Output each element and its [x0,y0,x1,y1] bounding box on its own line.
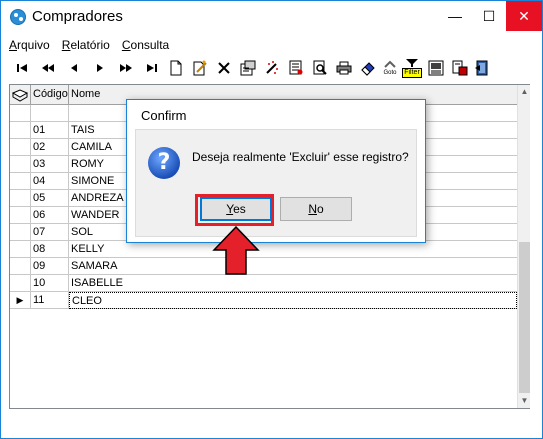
first-record-button[interactable] [11,57,33,79]
properties-button[interactable] [237,57,259,79]
maximize-button[interactable]: ☐ [472,1,506,31]
tools-button[interactable] [261,57,283,79]
red-arrow-icon [212,226,260,275]
table-row-current[interactable]: ▶ 11 CLEO [10,292,517,309]
app-icon [10,9,26,25]
cell-codigo[interactable]: 06 [31,207,69,224]
filter-icon [406,59,418,67]
goto-icon [384,60,396,68]
next-page-icon [120,64,132,72]
cell-codigo[interactable]: 05 [31,190,69,207]
print-icon [336,61,352,75]
eraser-button[interactable] [357,57,379,79]
menu-relatorio[interactable]: Relatório [62,38,110,52]
cell-codigo[interactable]: 09 [31,258,69,275]
cell-codigo[interactable]: 11 [31,292,69,309]
cell-codigo[interactable]: 01 [31,122,69,139]
minimize-button[interactable]: — [438,1,472,31]
next-record-button[interactable] [89,57,111,79]
grid-header-indicator [10,85,31,105]
scroll-down-icon[interactable]: ▼ [518,394,531,408]
goto-label: Goto [383,70,397,76]
menu-bar: Arquivo Relatório Consulta [9,38,178,54]
goto-button[interactable]: Goto [379,57,401,79]
prior-record-icon [71,64,77,72]
eraser-icon [361,62,375,76]
toolbar: Goto Filter [9,57,529,79]
report-icon [428,60,444,76]
cell-codigo[interactable]: 07 [31,224,69,241]
cell-codigo[interactable]: 08 [31,241,69,258]
tools-icon [266,61,278,74]
edit-icon [193,60,207,76]
last-record-button[interactable] [141,57,163,79]
dialog-message: Deseja realmente 'Excluir' esse registro… [192,150,409,164]
menu-arquivo[interactable]: Arquivo [9,38,50,52]
cell-codigo[interactable]: 10 [31,275,69,292]
table-row[interactable]: 08 KELLY [10,241,517,258]
next-page-button[interactable] [115,57,137,79]
current-row-marker: ▶ [10,292,31,309]
cell-nome-selected[interactable]: CLEO [69,292,517,309]
vertical-scrollbar[interactable]: ▲ ▼ [517,85,530,408]
table-row[interactable]: 09 SAMARA [10,258,517,275]
export-button[interactable] [449,57,471,79]
question-icon: ? [148,147,180,179]
new-button[interactable] [165,57,187,79]
column-header-codigo[interactable]: Código [31,85,69,105]
delete-button[interactable] [213,57,235,79]
preview-button[interactable] [309,57,331,79]
report-button[interactable] [425,57,447,79]
first-record-icon [17,64,27,72]
cell-codigo[interactable]: 03 [31,156,69,173]
preview-icon [313,60,327,75]
highlight-box [195,194,274,226]
last-record-icon [147,64,157,72]
prior-page-icon [42,64,54,72]
dialog-title: Confirm [141,108,187,123]
list-icon [289,60,303,75]
edit-button[interactable] [189,57,211,79]
cell-nome[interactable]: SAMARA [69,258,517,275]
properties-icon [240,60,256,76]
scroll-thumb[interactable] [519,242,530,393]
cell-codigo[interactable]: 02 [31,139,69,156]
prior-record-button[interactable] [63,57,85,79]
delete-icon [218,62,230,74]
scroll-up-icon[interactable]: ▲ [518,85,531,99]
no-button[interactable]: No [280,197,352,221]
filter-button[interactable]: Filter [401,57,423,79]
table-row[interactable]: 10 ISABELLE [10,275,517,292]
menu-consulta[interactable]: Consulta [122,38,169,52]
exit-icon [475,60,488,76]
cell-nome[interactable]: KELLY [69,241,517,258]
exit-button[interactable] [471,57,493,79]
filter-label: Filter [402,68,422,78]
cell-codigo[interactable]: 04 [31,173,69,190]
dialog-body: ? Deseja realmente 'Excluir' esse regist… [135,129,417,237]
close-button[interactable]: ✕ [506,1,542,31]
window-title: Compradores [32,8,123,25]
book-icon [11,89,29,102]
cell-codigo[interactable] [31,105,69,122]
list-button[interactable] [285,57,307,79]
prior-page-button[interactable] [37,57,59,79]
export-icon [452,60,468,76]
new-document-icon [170,60,182,76]
print-button[interactable] [333,57,355,79]
title-bar[interactable]: Compradores — ☐ ✕ [1,1,542,31]
cell-nome[interactable]: ISABELLE [69,275,517,292]
confirm-dialog: Confirm ? Deseja realmente 'Excluir' ess… [126,99,426,243]
next-record-icon [97,64,103,72]
